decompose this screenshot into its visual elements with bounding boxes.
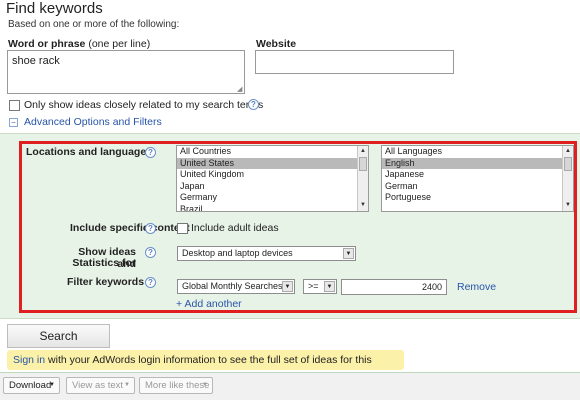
page-subtitle: Based on one or more of the following: <box>8 19 180 30</box>
chevron-down-icon: ▼ <box>202 382 208 388</box>
word-phrase-label: Word or phrase (one per line) <box>8 38 150 50</box>
chevron-down-icon[interactable]: ▼ <box>282 281 293 292</box>
show-ideas-label-line2: Statistics for <box>72 257 136 269</box>
scroll-down-icon[interactable]: ▼ <box>359 201 367 210</box>
website-label: Website <box>256 38 297 50</box>
page-title: Find keywords <box>6 0 103 17</box>
closely-related-label: Only show ideas closely related to my se… <box>24 99 264 111</box>
help-icon[interactable]: ? <box>145 147 156 158</box>
device-select[interactable]: Desktop and laptop devices ▼ <box>177 246 356 261</box>
country-option[interactable]: United Kingdom <box>177 169 368 181</box>
help-icon[interactable]: ? <box>145 277 156 288</box>
country-option[interactable]: All Countries <box>177 146 368 158</box>
download-label: Download <box>9 380 52 391</box>
adult-ideas-checkbox[interactable] <box>177 223 188 234</box>
more-like-these-button[interactable]: More like these ▼ <box>139 377 213 394</box>
language-option[interactable]: German <box>382 181 573 193</box>
view-as-text-button[interactable]: View as text ▼ <box>66 377 135 394</box>
locations-languages-label: Locations and languages <box>26 146 153 158</box>
filter-operator-value: >= <box>308 281 319 291</box>
filter-metric-value: Global Monthly Searches <box>182 281 283 291</box>
search-button[interactable]: Search <box>7 324 110 348</box>
signin-notice: Sign in with your AdWords login informat… <box>7 350 404 386</box>
scroll-up-icon[interactable]: ▲ <box>564 147 572 156</box>
filter-keywords-label: Filter keywords <box>67 276 145 288</box>
collapse-icon[interactable]: − <box>9 118 18 127</box>
country-option[interactable]: Brazil <box>177 204 368 211</box>
website-input[interactable] <box>255 50 454 74</box>
language-option[interactable]: Portuguese <box>382 192 573 204</box>
advanced-options-link[interactable]: Advanced Options and Filters <box>24 116 162 128</box>
remove-filter-link[interactable]: Remove <box>457 281 496 293</box>
country-option-selected[interactable]: United States <box>177 157 368 170</box>
device-select-value: Desktop and laptop devices <box>182 248 293 258</box>
chevron-down-icon[interactable]: ▼ <box>343 248 354 259</box>
chevron-down-icon[interactable]: ▼ <box>324 281 335 292</box>
adult-ideas-label: Include adult ideas <box>191 222 279 234</box>
signin-link[interactable]: Sign in <box>13 354 45 366</box>
view-as-text-label: View as text <box>72 380 124 391</box>
closely-related-checkbox[interactable] <box>9 100 20 111</box>
add-another-link[interactable]: + Add another <box>176 298 242 310</box>
scroll-up-icon[interactable]: ▲ <box>359 147 367 156</box>
chevron-down-icon: ▼ <box>49 382 55 388</box>
language-option-selected[interactable]: English <box>382 157 573 170</box>
countries-scrollbar[interactable]: ▲ ▼ <box>357 146 368 211</box>
languages-listbox[interactable]: All Languages English Japanese German Po… <box>381 145 574 212</box>
help-icon[interactable]: ? <box>145 247 156 258</box>
scroll-thumb[interactable] <box>564 157 572 171</box>
help-icon[interactable]: ? <box>145 223 156 234</box>
filter-metric-select[interactable]: Global Monthly Searches ▼ <box>177 279 295 294</box>
country-option[interactable]: Japan <box>177 181 368 193</box>
language-option[interactable]: All Languages <box>382 146 573 158</box>
word-phrase-label-text: Word or phrase <box>8 38 86 50</box>
download-button[interactable]: Download ▼ <box>3 377 60 394</box>
country-option[interactable]: Germany <box>177 192 368 204</box>
specific-content-label: Include specific content <box>70 222 190 234</box>
word-phrase-hint: (one per line) <box>88 38 151 50</box>
resize-handle-icon[interactable]: ◢ <box>237 86 244 93</box>
languages-scrollbar[interactable]: ▲ ▼ <box>562 146 573 211</box>
language-option[interactable]: Japanese <box>382 169 573 181</box>
scroll-down-icon[interactable]: ▼ <box>564 201 572 210</box>
filter-value-input[interactable]: 2400 <box>341 279 447 295</box>
filter-operator-select[interactable]: >= ▼ <box>303 279 337 294</box>
countries-listbox[interactable]: All Countries United States United Kingd… <box>176 145 369 212</box>
chevron-down-icon: ▼ <box>124 382 130 388</box>
word-phrase-textarea[interactable]: shoe rack <box>7 50 245 94</box>
help-icon[interactable]: ? <box>248 99 259 110</box>
scroll-thumb[interactable] <box>359 157 367 171</box>
more-like-these-label: More like these <box>145 380 210 391</box>
